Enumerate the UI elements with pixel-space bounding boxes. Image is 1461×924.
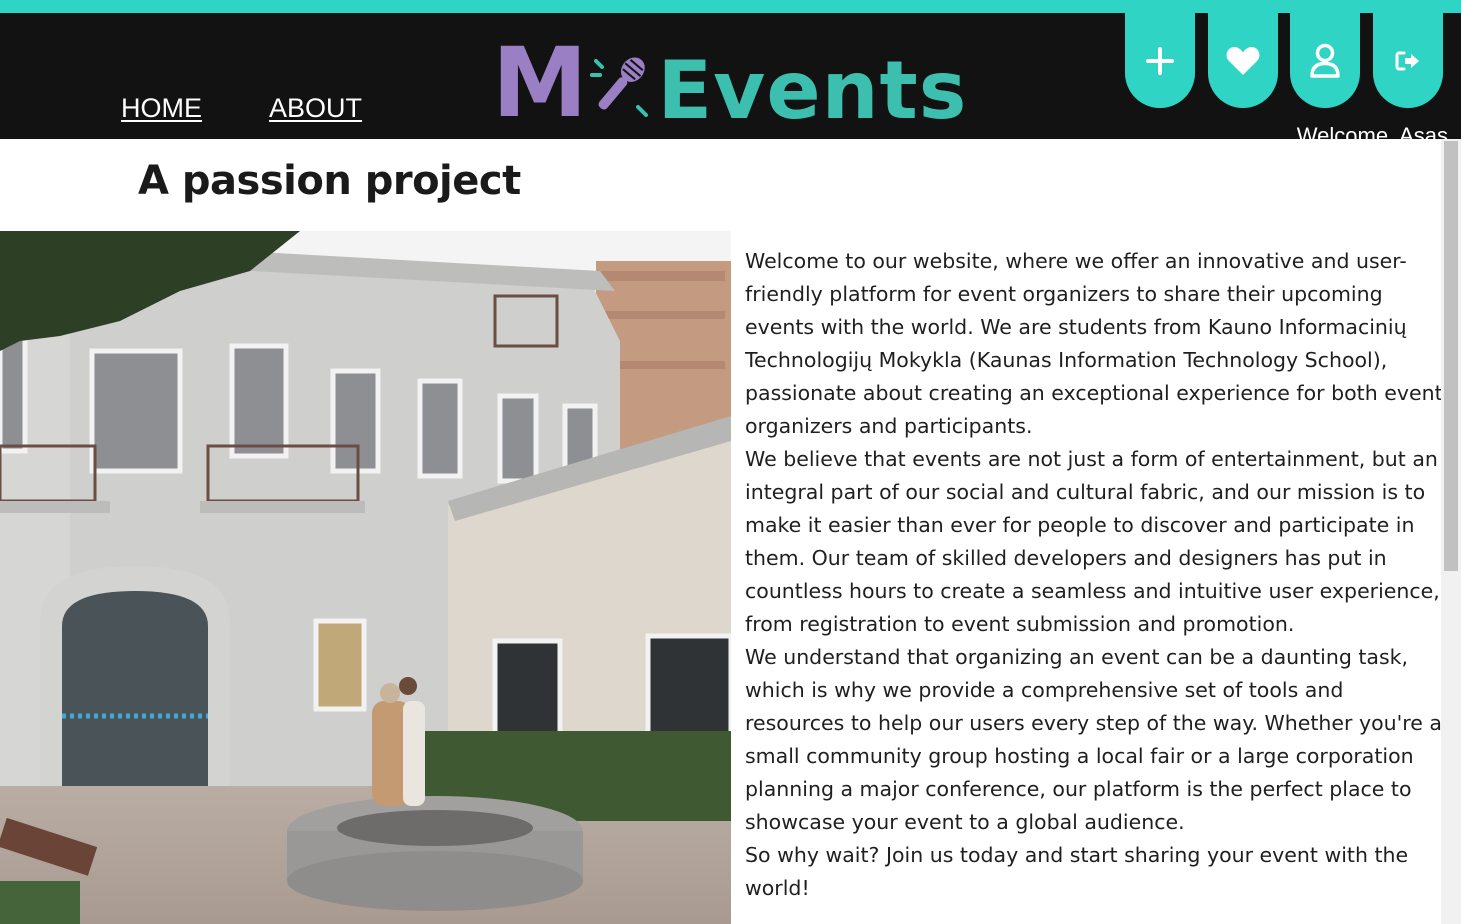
user-icon [1310, 43, 1340, 78]
scrollbar-thumb[interactable] [1444, 141, 1458, 571]
add-event-button[interactable] [1125, 13, 1195, 108]
page-scrollbar[interactable] [1441, 139, 1461, 924]
favorites-button[interactable] [1208, 13, 1278, 108]
microphone-icon [589, 57, 648, 117]
site-logo[interactable]: M Events [492, 35, 968, 137]
nav-about-link[interactable]: ABOUT [269, 93, 362, 124]
heart-icon [1226, 46, 1260, 75]
school-building-photo [0, 231, 731, 924]
about-paragraph: We believe that events are not just a fo… [745, 447, 1440, 636]
nav-home-link[interactable]: HOME [121, 93, 202, 124]
top-accent-strip [0, 0, 1461, 13]
about-paragraph: So why wait? Join us today and start sha… [745, 843, 1409, 900]
about-paragraph: Welcome to our website, where we offer a… [745, 249, 1443, 438]
profile-button[interactable] [1290, 13, 1360, 108]
logout-button[interactable] [1373, 13, 1443, 108]
logo-word-events: Events [657, 44, 968, 137]
logout-icon [1395, 51, 1419, 70]
about-text: Welcome to our website, where we offer a… [745, 245, 1445, 924]
about-paragraph: We understand that organizing an event c… [745, 645, 1442, 834]
welcome-message: Welcome, Asas [1296, 123, 1448, 148]
plus-icon [1146, 46, 1174, 75]
logo-letter-m: M [492, 27, 588, 139]
page-title: A passion project [138, 158, 521, 204]
